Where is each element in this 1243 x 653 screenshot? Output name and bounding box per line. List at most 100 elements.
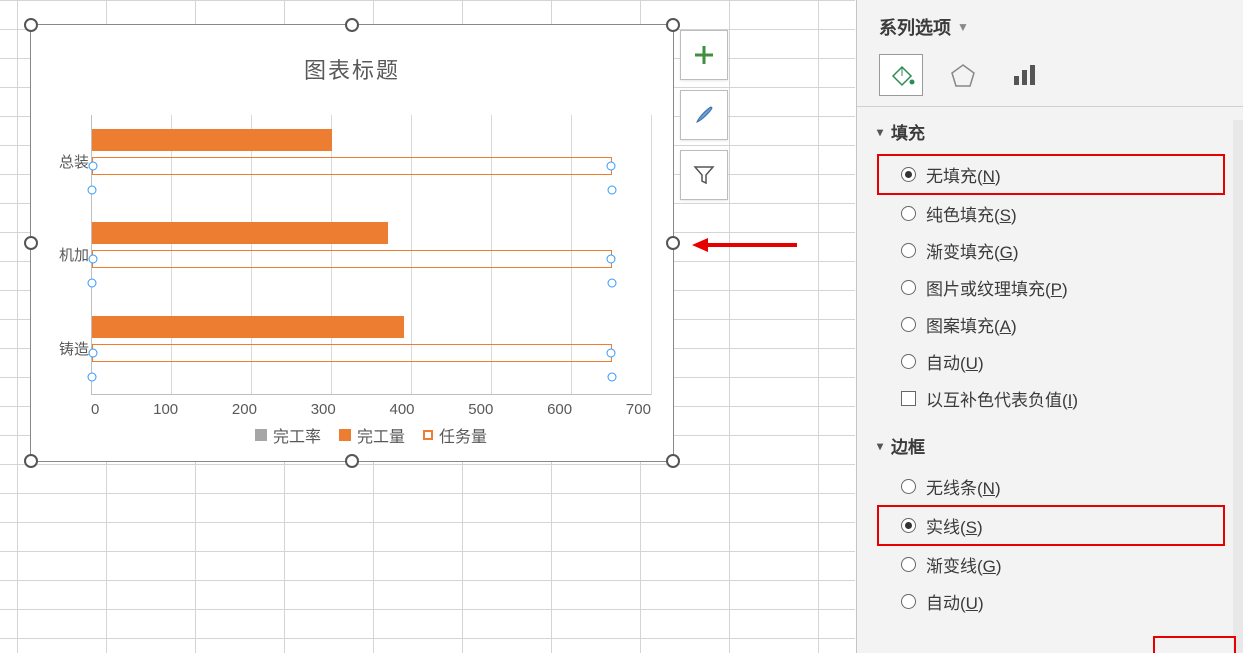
radio-gradient-line[interactable]: 渐变线(G): [877, 546, 1225, 583]
bar-group[interactable]: [91, 208, 651, 301]
bar-series-task[interactable]: [92, 250, 612, 268]
section-title: 填充: [891, 119, 925, 144]
tab-effects[interactable]: [941, 54, 985, 96]
chart-styles-button[interactable]: [680, 90, 728, 140]
checkbox-invert-negative[interactable]: 以互补色代表负值(I): [877, 380, 1225, 417]
pane-header[interactable]: 系列选项 ▼: [857, 0, 1243, 50]
radio-icon: [901, 167, 916, 182]
option-label: 无填充(N): [926, 162, 1001, 187]
radio-icon: [901, 479, 916, 494]
chevron-down-icon: ▾: [877, 439, 883, 453]
bar-series-rate[interactable]: [92, 368, 612, 386]
x-tick: 400: [390, 401, 415, 418]
bar-series-rate[interactable]: [92, 181, 612, 199]
x-tick: 200: [232, 401, 257, 418]
legend-swatch-icon: [423, 430, 433, 440]
x-axis-labels: 0 100 200 300 400 500 600 700: [91, 401, 651, 418]
pentagon-icon: [950, 62, 976, 88]
option-label: 无线条(N): [926, 474, 1001, 499]
chart-element-tools: [680, 30, 728, 200]
radio-icon: [901, 317, 916, 332]
section-border: ▾ 边框 无线条(N) 实线(S) 渐变线(G) 自动(U): [857, 421, 1243, 624]
radio-icon: [901, 243, 916, 258]
radio-icon: [901, 518, 916, 533]
radio-gradient-fill[interactable]: 渐变填充(G): [877, 232, 1225, 269]
option-label: 渐变填充(G): [926, 238, 1019, 263]
section-title: 边框: [891, 433, 925, 458]
bar-series-completed[interactable]: [92, 129, 332, 151]
annotation-arrow-icon: [692, 238, 797, 252]
section-header-fill[interactable]: ▾ 填充: [877, 119, 1225, 144]
option-label: 自动(U): [926, 589, 984, 614]
annotation-box-icon: [1153, 636, 1236, 653]
chart-filter-button[interactable]: [680, 150, 728, 200]
radio-no-line[interactable]: 无线条(N): [877, 468, 1225, 505]
radio-icon: [901, 354, 916, 369]
chart-object[interactable]: 图表标题 总装 机加 铸造: [30, 24, 674, 462]
y-label: 总装: [59, 115, 89, 208]
pane-tabs: [857, 50, 1243, 107]
y-label: 机加: [59, 208, 89, 301]
radio-no-fill[interactable]: 无填充(N): [877, 154, 1225, 195]
radio-icon: [901, 206, 916, 221]
paint-bucket-icon: [887, 62, 915, 88]
y-axis-labels: 总装 机加 铸造: [51, 115, 89, 395]
x-tick: 600: [547, 401, 572, 418]
option-label: 自动(U): [926, 349, 984, 374]
legend-item[interactable]: 完工率: [255, 423, 321, 447]
option-label: 实线(S): [926, 513, 983, 538]
x-tick: 500: [468, 401, 493, 418]
option-label: 纯色填充(S): [926, 201, 1017, 226]
legend-swatch-icon: [339, 429, 351, 441]
bar-group[interactable]: [91, 115, 651, 208]
plus-icon: [692, 43, 716, 67]
radio-auto-line[interactable]: 自动(U): [877, 583, 1225, 620]
option-label: 图片或纹理填充(P): [926, 275, 1068, 300]
pane-title: 系列选项: [879, 14, 951, 40]
checkbox-icon: [901, 391, 916, 406]
section-header-border[interactable]: ▾ 边框: [877, 433, 1225, 458]
section-fill: ▾ 填充 无填充(N) 纯色填充(S) 渐变填充(G) 图片或纹理填充(P) 图…: [857, 107, 1243, 421]
brush-icon: [692, 103, 716, 127]
x-tick: 0: [91, 401, 99, 418]
legend-label: 完工量: [357, 423, 405, 447]
add-chart-element-button[interactable]: [680, 30, 728, 80]
pane-scrollbar[interactable]: [1233, 120, 1243, 653]
chart-title[interactable]: 图表标题: [41, 53, 663, 85]
radio-picture-fill[interactable]: 图片或纹理填充(P): [877, 269, 1225, 306]
radio-icon: [901, 594, 916, 609]
option-label: 图案填充(A): [926, 312, 1017, 337]
bar-series-completed[interactable]: [92, 222, 388, 244]
radio-icon: [901, 557, 916, 572]
tab-series-options[interactable]: [1003, 54, 1047, 96]
legend-label: 完工率: [273, 423, 321, 447]
radio-icon: [901, 280, 916, 295]
radio-auto-fill[interactable]: 自动(U): [877, 343, 1225, 380]
radio-pattern-fill[interactable]: 图案填充(A): [877, 306, 1225, 343]
x-tick: 100: [153, 401, 178, 418]
plot-area[interactable]: 总装 机加 铸造: [91, 115, 651, 395]
bar-group[interactable]: [91, 302, 651, 395]
x-tick: 300: [311, 401, 336, 418]
bar-chart-icon: [1012, 62, 1038, 88]
filter-icon: [693, 164, 715, 186]
radio-solid-line[interactable]: 实线(S): [877, 505, 1225, 546]
y-label: 铸造: [59, 302, 89, 395]
tab-fill-line[interactable]: [879, 54, 923, 96]
radio-solid-fill[interactable]: 纯色填充(S): [877, 195, 1225, 232]
chart-legend[interactable]: 完工率 完工量 任务量: [91, 423, 651, 447]
chevron-down-icon: ▾: [877, 125, 883, 139]
bar-series-task[interactable]: [92, 157, 612, 175]
x-tick: 700: [626, 401, 651, 418]
legend-item[interactable]: 完工量: [339, 423, 405, 447]
legend-item[interactable]: 任务量: [423, 423, 487, 447]
bar-series-task[interactable]: [92, 344, 612, 362]
legend-swatch-icon: [255, 429, 267, 441]
format-series-pane: 系列选项 ▼ ▾ 填充 无填充(N) 纯色填充(S) 渐变填充(G): [856, 0, 1243, 653]
option-label: 以互补色代表负值(I): [926, 386, 1078, 411]
bar-series-rate[interactable]: [92, 274, 612, 292]
spreadsheet-grid[interactable]: 图表标题 总装 机加 铸造: [0, 0, 855, 653]
option-label: 渐变线(G): [926, 552, 1002, 577]
bar-series-completed[interactable]: [92, 316, 404, 338]
dropdown-caret-icon: ▼: [957, 20, 969, 34]
